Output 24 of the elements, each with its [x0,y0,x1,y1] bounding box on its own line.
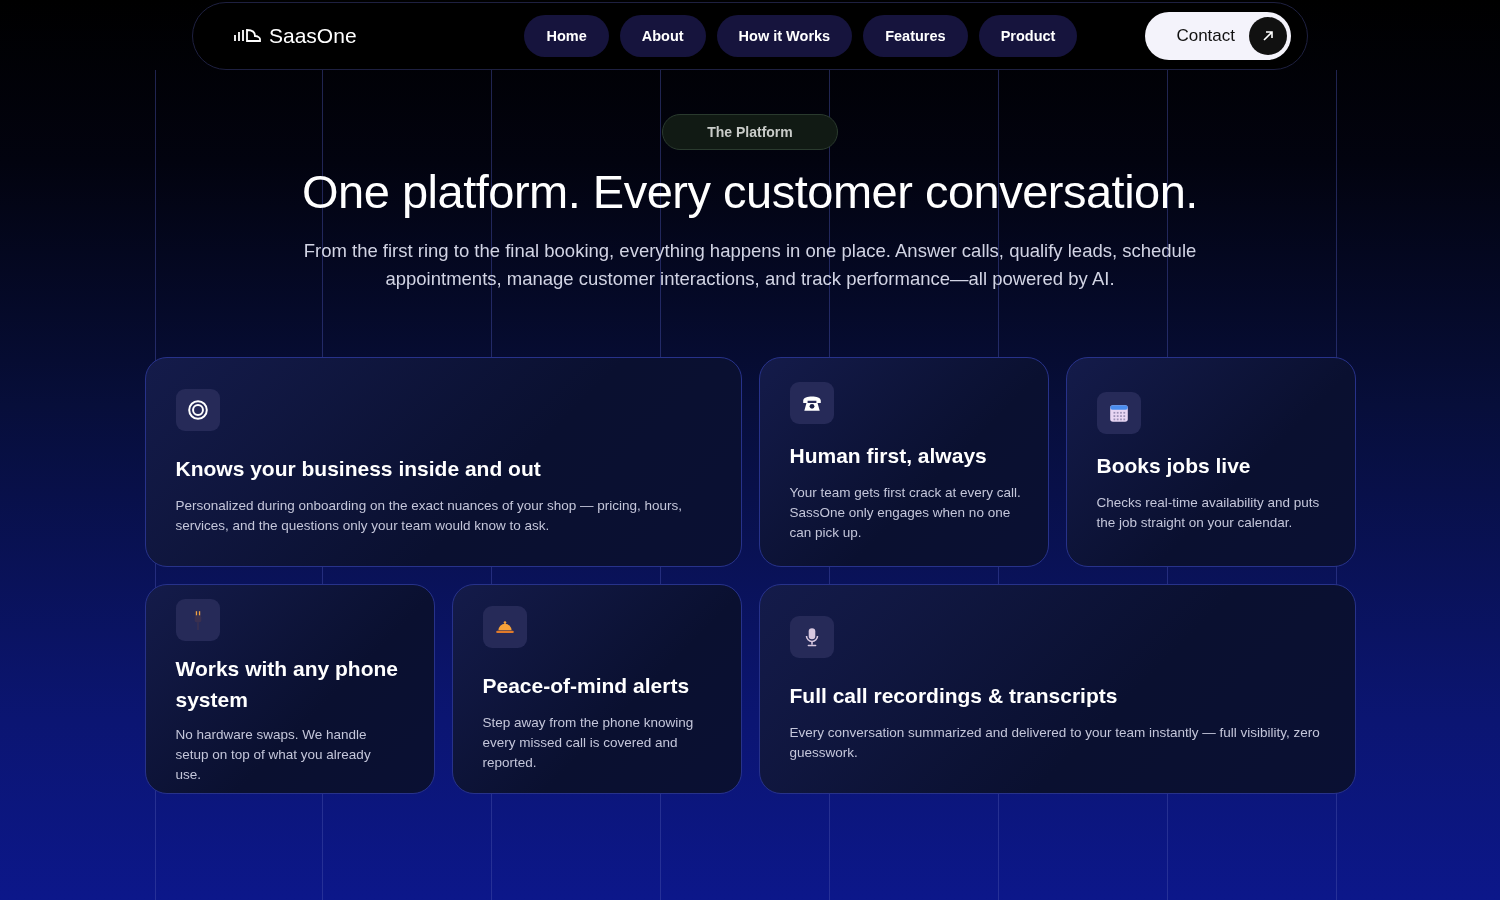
card-title: Human first, always [789,442,988,469]
card-title: Books jobs live [1096,452,1252,479]
nav-link[interactable]: Product [978,15,1078,57]
card-title: Works with any phone system [175,656,399,713]
nav-link[interactable]: About [619,15,706,57]
card-text: Every conversation summarized and delivered to your team instantly — full visibility, zero guesswork. [789,723,1321,762]
arrow-icon [1261,29,1275,43]
target-icon [186,398,209,421]
card-text: Personalized during onboarding on the exact nuances of your shop — pricing, hours, services, and the questions only your team would know to ask. [175,496,684,535]
nav-link[interactable]: Home [524,15,609,57]
card-text: Step away from the phone knowing every missed call is covered and reported. [482,713,695,772]
card-title: Peace-of-mind alerts [482,672,691,699]
nav-link[interactable]: Features [863,15,968,57]
logo-text[interactable]: SaasOne [269,24,357,48]
card-title: Full call recordings & transcripts [789,682,1119,709]
contact-button[interactable]: Contact [1145,12,1291,60]
nav-link[interactable]: How it Works [716,15,853,57]
section-badge: The Platform [662,114,838,150]
card-title: Knows your business inside and out [175,455,542,482]
card-text: No hardware swaps. We handle setup on top of what you already use. [175,726,372,784]
hero-subtitle: From the first ring to the final booking, everything happens in one place. Answer calls, qualify leads, schedule appointments, manage customer interactions, and track performance—all powered by AI. [302,239,1198,291]
card-text: Checks real-time availability and puts the job straight on your calendar. [1096,493,1321,532]
hero-title: One platform. Every customer conversation. [302,164,1198,219]
card-text: Your team gets first crack at every call. SassOne only engages when no one can pick up. [789,483,1022,542]
